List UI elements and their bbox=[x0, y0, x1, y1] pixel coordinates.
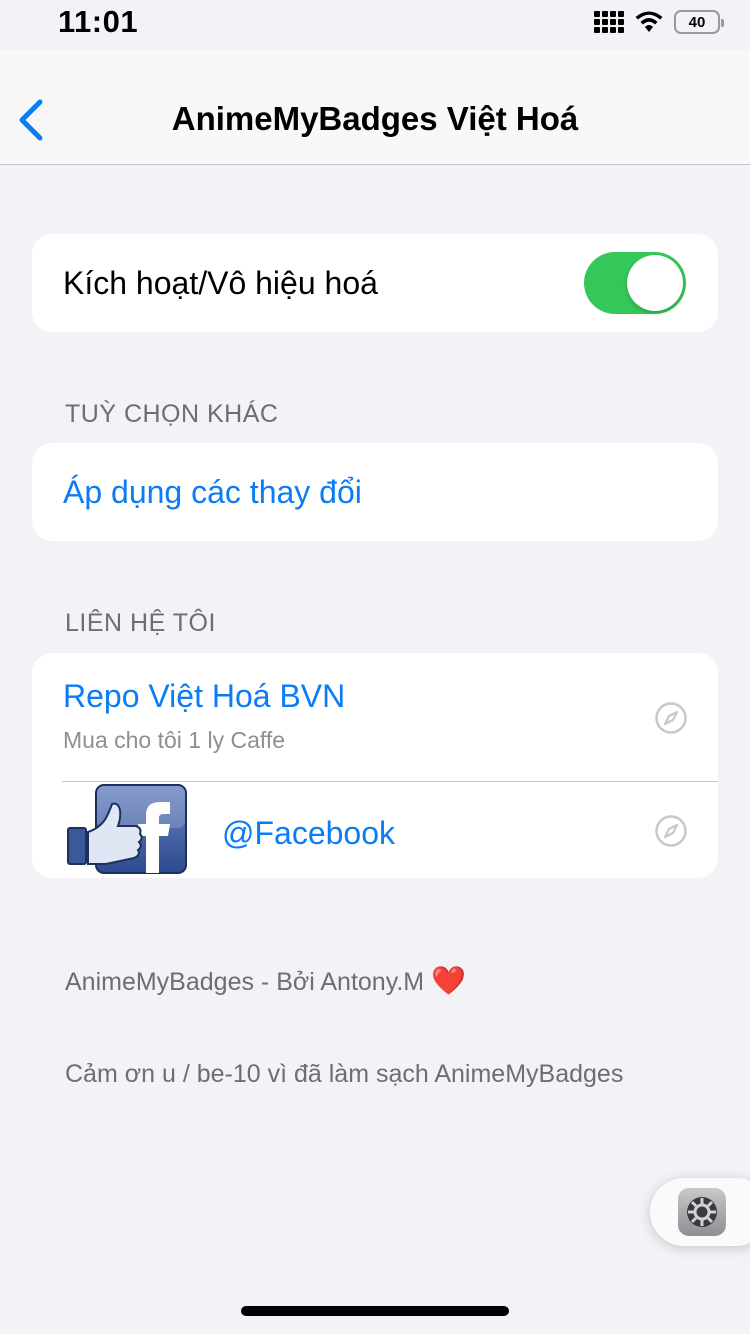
section-header-contact: LIÊN HỆ TÔI bbox=[65, 609, 216, 637]
floating-settings-button[interactable] bbox=[650, 1178, 750, 1246]
signal-icon bbox=[594, 11, 624, 33]
toggle-label: Kích hoạt/Vô hiệu hoá bbox=[63, 265, 378, 301]
facebook-link[interactable]: @Facebook bbox=[222, 815, 395, 852]
status-icons: 40 bbox=[594, 10, 724, 34]
page-title: AnimeMyBadges Việt Hoá bbox=[171, 100, 579, 137]
repo-subtitle: Mua cho tôi 1 ly Caffe bbox=[63, 727, 286, 753]
credit-text: AnimeMyBadges - Bởi Antony.M bbox=[65, 968, 425, 996]
row-divider bbox=[62, 781, 718, 782]
settings-gear-icon bbox=[678, 1188, 726, 1236]
wifi-icon bbox=[635, 11, 663, 32]
heart-icon: ❤️ bbox=[431, 965, 466, 996]
credit-footer: AnimeMyBadges - Bởi Antony.M ❤️ bbox=[65, 964, 466, 997]
repo-link[interactable]: Repo Việt Hoá BVN bbox=[63, 678, 345, 715]
compass-icon bbox=[655, 815, 687, 847]
section-header-other-options: TUỲ CHỌN KHÁC bbox=[65, 400, 279, 428]
compass-icon bbox=[655, 702, 687, 734]
navigation-bar: AnimeMyBadges Việt Hoá bbox=[0, 50, 750, 165]
contact-list: Repo Việt Hoá BVN Mua cho tôi 1 ly Caffe… bbox=[32, 653, 718, 878]
enable-switch[interactable] bbox=[584, 252, 686, 314]
facebook-like-icon bbox=[67, 784, 187, 874]
switch-knob bbox=[627, 255, 683, 311]
apply-changes-row[interactable]: Áp dụng các thay đổi bbox=[32, 443, 718, 541]
battery-icon: 40 bbox=[674, 10, 724, 34]
thanks-footer: Cảm ơn u / be-10 vì đã làm sạch AnimeMyB… bbox=[65, 1060, 624, 1088]
home-indicator bbox=[241, 1306, 509, 1316]
enable-toggle-row: Kích hoạt/Vô hiệu hoá bbox=[32, 234, 718, 332]
battery-level: 40 bbox=[688, 13, 706, 31]
status-bar: 11:01 40 bbox=[0, 0, 750, 50]
status-time: 11:01 bbox=[58, 4, 139, 39]
apply-changes-button[interactable]: Áp dụng các thay đổi bbox=[63, 474, 362, 511]
